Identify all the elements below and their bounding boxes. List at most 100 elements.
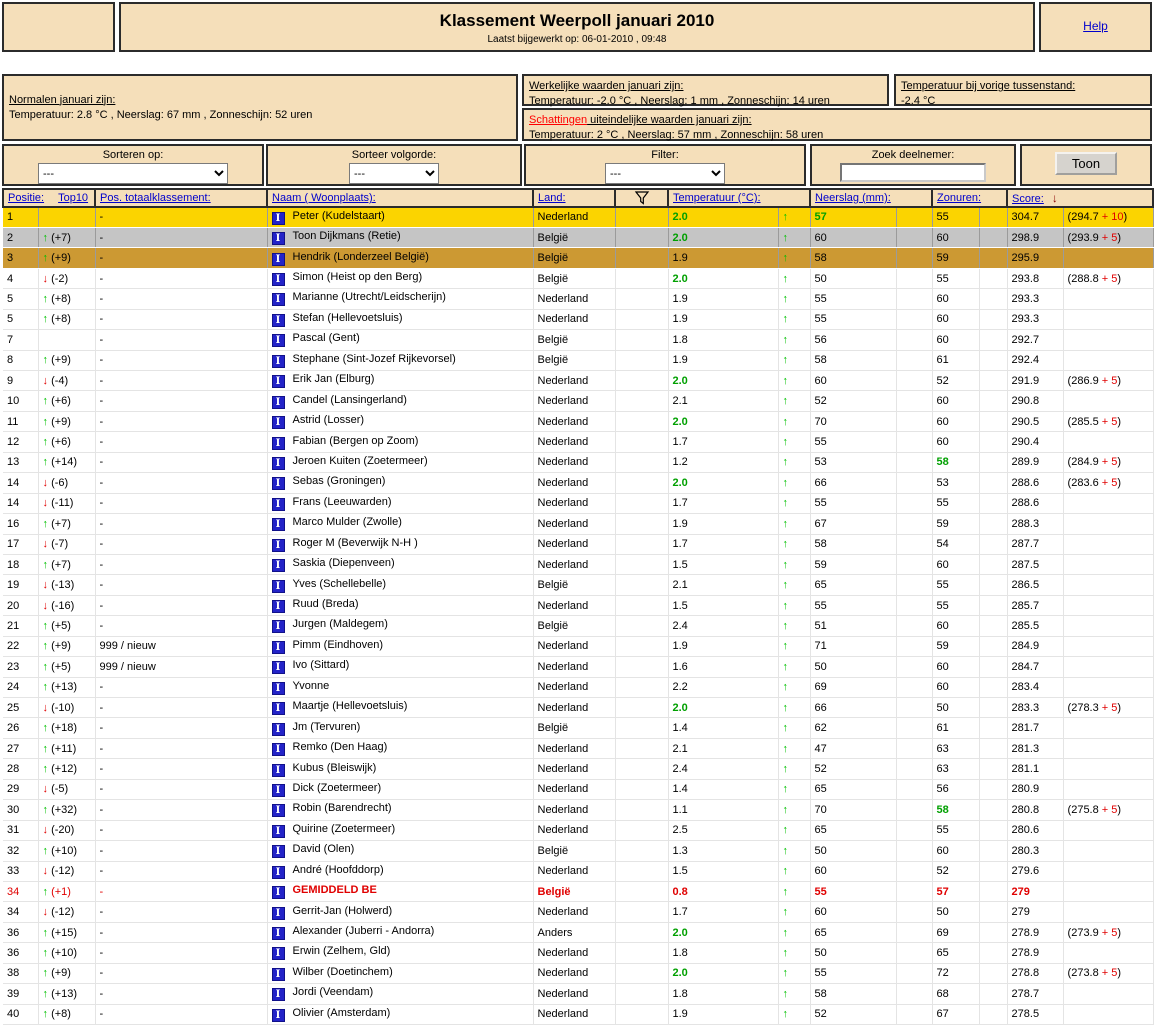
participant-info-icon[interactable]: I [271,824,285,838]
participant-info-icon[interactable]: I [271,497,285,511]
sort-land-link[interactable]: Land: [538,192,566,204]
participant-info-icon[interactable]: I [271,865,285,879]
table-row: 32 ↑ (+10) - I David (Olen) België 1.3 ↑ … [3,840,1154,862]
participant-info-icon[interactable]: I [271,559,285,573]
participant-info-icon[interactable]: I [271,600,285,614]
show-button[interactable]: Toon [1054,152,1118,175]
filter-funnel-icon[interactable] [634,191,650,205]
participant-info-icon[interactable]: I [271,722,285,736]
participant-info-icon[interactable]: I [271,416,285,430]
participant-info-icon[interactable]: I [271,293,285,307]
top-left-spacer-box [2,2,115,52]
participant-info-icon[interactable]: I [271,804,285,818]
position-cell: 18 [3,554,39,576]
participant-info-icon[interactable]: I [271,967,285,981]
top10-delta: (+13) [51,681,78,694]
sort-positie-link[interactable]: Positie: [8,192,44,204]
land-filter-spacer-cell [615,677,669,699]
bonus-cell: (273.8 + 5) [1063,963,1154,985]
sort-order-select[interactable]: --- [349,163,439,184]
participant-info-icon[interactable]: I [271,436,285,450]
score-value: 280.9 [1011,783,1040,796]
participant-info-icon[interactable]: I [271,354,285,368]
participant-info-icon[interactable]: I [271,395,285,409]
participant-info-icon[interactable]: I [271,640,285,654]
trend-up-icon: ↑ [782,967,789,980]
sort-top10-link[interactable]: Top10 [58,192,88,204]
rain-value: 55 [814,436,827,449]
participant-info-icon[interactable]: I [271,273,285,287]
sun-hours-value: 55 [936,497,949,510]
land-filter-spacer-cell [615,268,669,290]
sort-zonuren-link[interactable]: Zonuren: [937,192,981,204]
sort-totaal-link[interactable]: Pos. totaalklassement: [100,192,211,204]
participant-info-icon[interactable]: I [271,702,285,716]
participant-info-icon[interactable]: I [271,211,285,225]
total-rank-cell: - [95,758,268,780]
total-rank-cell: - [95,227,268,249]
sort-on-select[interactable]: --- [38,163,228,184]
participant-info-icon[interactable]: I [271,252,285,266]
participant-info-icon[interactable]: I [271,334,285,348]
top10-cell: ↑ (+8) [38,1004,96,1025]
top10-trend-icon: ↑ [42,558,49,571]
participant-country: Nederland [537,824,589,837]
sort-score-link[interactable]: Score: [1012,193,1044,205]
participant-info-icon[interactable]: I [271,743,285,757]
top10-delta: (+8) [51,313,71,326]
participant-info-icon[interactable]: I [271,518,285,532]
bonus-cell: ( + ) [1063,942,1154,964]
sun-spacer-cell [979,595,1008,617]
help-link[interactable]: Help [1083,19,1108,33]
score-value: 287.5 [1011,558,1040,571]
sort-neerslag-link[interactable]: Neerslag (mm): [815,192,891,204]
trend-cell: ↑ [778,329,811,351]
participant-info-icon[interactable]: I [271,375,285,389]
search-input[interactable] [840,163,986,182]
participant-info-icon[interactable]: I [271,845,285,859]
participant-info-icon[interactable]: I [271,886,285,900]
sun-hours-value: 59 [936,640,949,653]
total-rank-cell: - [95,942,268,964]
participant-info-icon[interactable]: I [271,947,285,961]
sun-cell: 61 [932,717,980,739]
sort-temperatuur-link[interactable]: Temperatuur (°C): [673,192,761,204]
temperature-value: 1.9 [672,1008,688,1021]
land-cell: Nederland [533,942,616,964]
land-cell: Nederland [533,390,616,412]
temperature-cell: 1.5 [668,554,779,576]
participant-info-icon[interactable]: I [271,763,285,777]
filter-select[interactable]: --- [605,163,725,184]
trend-cell: ↑ [778,1004,811,1025]
sun-spacer-cell [979,656,1008,678]
participant-info-icon[interactable]: I [271,988,285,1002]
name-cell: I GEMIDDELD BE [267,881,534,903]
participant-info-icon[interactable]: I [271,477,285,491]
participant-info-icon[interactable]: I [271,927,285,941]
participant-info-icon[interactable]: I [271,1008,285,1022]
participant-info-icon[interactable]: I [271,232,285,246]
position-cell: 2 [3,227,39,249]
participant-info-icon[interactable]: I [271,783,285,797]
score-cell: 281.3 [1007,738,1064,760]
land-cell: Nederland [533,595,616,617]
sun-cell: 56 [932,779,980,801]
participant-info-icon[interactable]: I [271,681,285,695]
participant-info-icon[interactable]: I [271,313,285,327]
top10-cell: ↑ (+13) [38,983,96,1005]
participant-info-icon[interactable]: I [271,579,285,593]
top10-delta: (-2) [51,272,69,285]
rain-spacer-cell [896,799,933,821]
participant-info-icon[interactable]: I [271,620,285,634]
sun-cell: 60 [932,329,980,351]
sort-naam-link[interactable]: Naam ( Woonplaats): [272,192,376,204]
trend-cell: ↑ [778,411,811,433]
participant-info-icon[interactable]: I [271,906,285,920]
participant-info-icon[interactable]: I [271,538,285,552]
position-cell: 14 [3,493,39,515]
temperature-value: 0.8 [672,885,688,898]
participant-info-icon[interactable]: I [271,456,285,470]
top10-cell: ↑ (+8) [38,309,96,331]
participant-info-icon[interactable]: I [271,661,285,675]
top10-trend-icon: ↓ [42,579,49,592]
